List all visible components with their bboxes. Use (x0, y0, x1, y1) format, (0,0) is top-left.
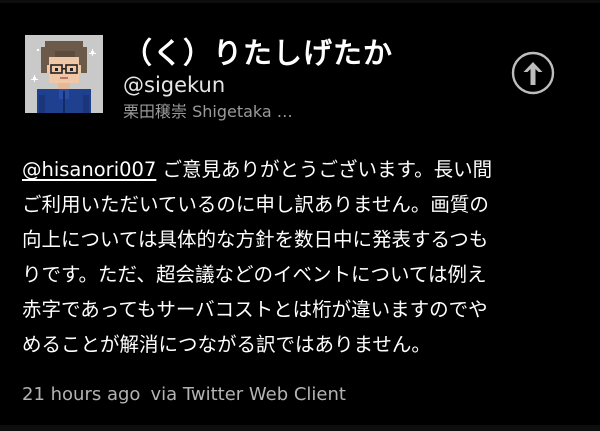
user-handle[interactable]: @sigekun (123, 73, 225, 97)
timestamp[interactable]: 21 hours ago (22, 384, 140, 405)
tweet-line: ご利用いただいているのに申し訳ありません。画質の (22, 193, 489, 216)
client-link[interactable]: via Twitter Web Client (150, 384, 346, 405)
mention-link[interactable]: @hisanori007 (22, 158, 156, 181)
user-full-name: 栗田穣崇 Shigetaka … (123, 102, 293, 121)
tweet-line: りです。ただ、超会議などのイベントについては例え (22, 263, 487, 286)
tweet-line: 向上については具体的な方針を数日中に発表するつも (22, 228, 489, 251)
tweet-line: @hisanori007 ご意見ありがとうございます。長い間 (22, 152, 582, 187)
avatar-reflection-icon (25, 113, 103, 147)
avatar-reflection (25, 113, 103, 147)
tweet-line: めることが解消につながる訳ではありません。 (22, 333, 431, 356)
tweet-line-text: ご意見ありがとうございます。長い間 (156, 158, 493, 181)
share-button[interactable] (511, 51, 555, 95)
top-border (0, 0, 600, 3)
tweet-line: 赤字であってもサーバコストとは桁が違いますのでや (22, 298, 488, 321)
avatar[interactable] (25, 35, 103, 113)
pixel-avatar-icon (25, 35, 103, 113)
up-arrow-circle-icon (511, 51, 555, 95)
tweet-meta: 21 hours ago via Twitter Web Client (22, 384, 346, 405)
bottom-border (0, 425, 600, 431)
display-name[interactable]: （く）りたしげたか (123, 30, 393, 72)
tweet-text: @hisanori007 ご意見ありがとうございます。長い間 ご利用いただいてい… (22, 152, 582, 362)
